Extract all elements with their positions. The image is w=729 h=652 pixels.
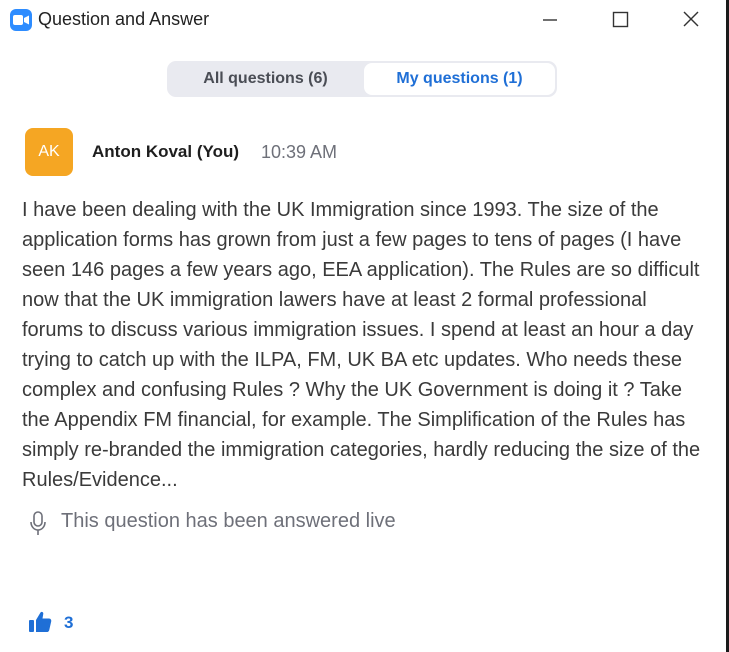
question-filter-tabs: All questions (6) My questions (1) [167, 61, 557, 97]
tab-my-questions[interactable]: My questions (1) [364, 63, 555, 95]
minimize-button[interactable] [538, 8, 562, 32]
close-button[interactable] [679, 8, 703, 32]
qa-window: Question and Answer All questions (6) My… [0, 0, 726, 652]
question-author: Anton Koval (You) [92, 142, 239, 161]
tab-all-questions[interactable]: All questions (6) [169, 63, 362, 95]
like-button[interactable] [28, 610, 52, 634]
close-icon [683, 11, 699, 27]
question-time: 10:39 AM [261, 142, 338, 162]
camera-icon [10, 9, 32, 31]
title-bar: Question and Answer [0, 0, 726, 40]
minimize-icon [543, 19, 557, 21]
like-count: 3 [64, 613, 74, 632]
question-text: I have been dealing with the UK Immigrat… [22, 199, 701, 491]
microphone-icon [30, 511, 46, 535]
answered-status-text: This question has been answered live [61, 510, 396, 532]
thumbs-up-icon [29, 611, 52, 632]
maximize-button[interactable] [608, 8, 632, 32]
maximize-icon [612, 11, 629, 28]
avatar: AK [25, 128, 73, 176]
window-title: Question and Answer [38, 9, 210, 29]
